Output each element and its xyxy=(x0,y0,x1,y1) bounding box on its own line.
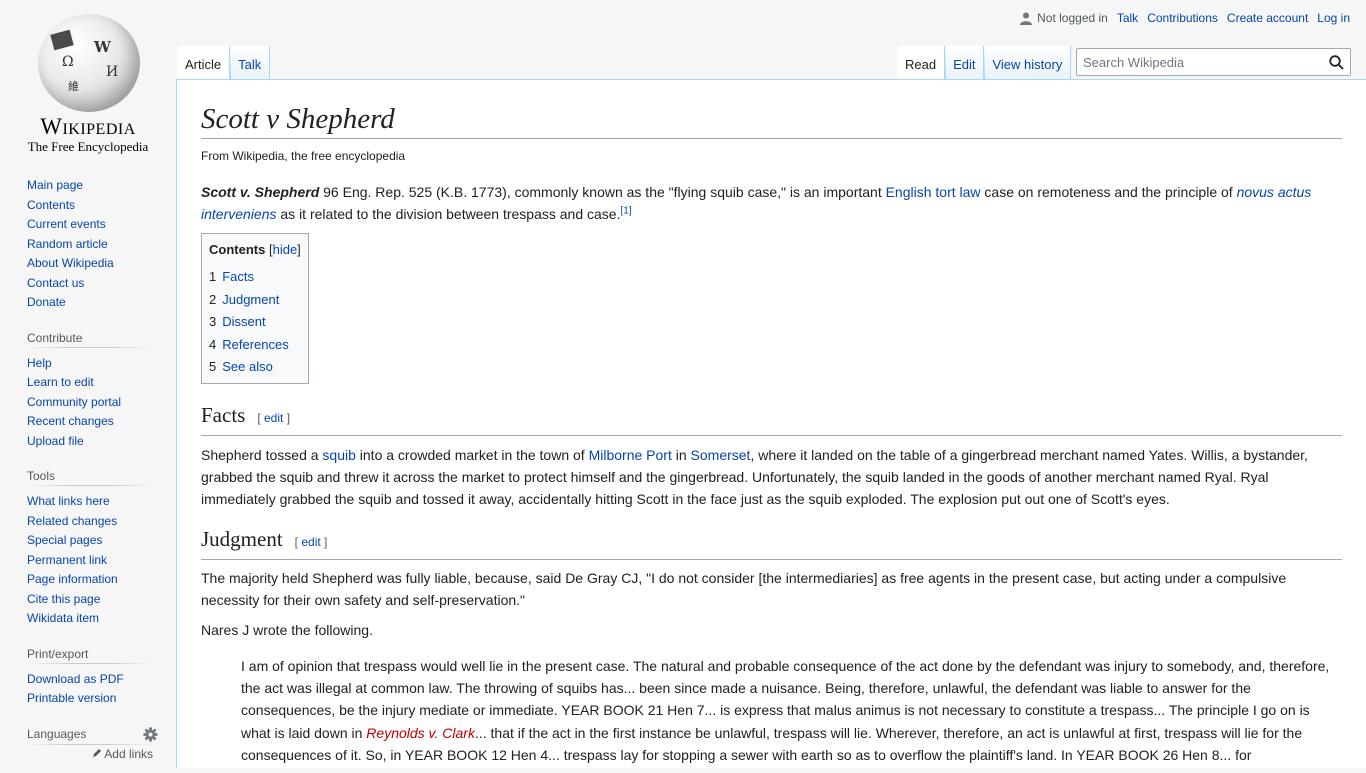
sidebar: Main page Contents Current events Random… xyxy=(0,176,176,773)
lead-paragraph: Scott v. Shepherd 96 Eng. Rep. 525 (K.B.… xyxy=(201,184,1312,222)
sidebar-item-what-links-here[interactable]: What links here xyxy=(27,494,110,508)
toc-hide-toggle[interactable]: hide xyxy=(273,242,298,257)
tab-read[interactable]: Read xyxy=(897,46,946,80)
not-logged-in-status: Not logged in xyxy=(1020,11,1108,25)
page-title: Scott v Shepherd xyxy=(201,98,1342,139)
nares-quote: I am of opinion that trespass would well… xyxy=(241,657,1330,764)
sidebar-item-random-article[interactable]: Random article xyxy=(27,237,108,251)
tab-edit[interactable]: Edit xyxy=(945,46,985,80)
sidebar-item-page-information[interactable]: Page information xyxy=(27,572,118,586)
tab-article[interactable]: Article xyxy=(177,46,231,80)
lead-bold-title: Scott v. Shepherd xyxy=(201,184,320,200)
sidebar-item-printable-version[interactable]: Printable version xyxy=(27,691,116,705)
link-squib[interactable]: squib xyxy=(322,447,355,463)
toc-item-judgment[interactable]: 2 Judgment xyxy=(209,289,301,312)
contribute-portal: Contribute Help Learn to edit Community … xyxy=(0,330,176,452)
toc-item-see-also[interactable]: 5 See also xyxy=(209,356,301,379)
gear-icon[interactable] xyxy=(143,726,158,742)
sidebar-item-contents[interactable]: Contents xyxy=(27,198,75,212)
sidebar-item-permanent-link[interactable]: Permanent link xyxy=(27,553,107,567)
toc-item-dissent[interactable]: 3 Dissent xyxy=(209,311,301,334)
logo-glyph: Ω xyxy=(62,54,74,70)
judgment-paragraph: The majority held Shepherd was fully lia… xyxy=(201,569,1287,608)
toc-item-facts[interactable]: 1 Facts xyxy=(209,266,301,289)
user-icon xyxy=(1020,12,1033,25)
print-export-portal: Print/export Download as PDF Printable v… xyxy=(0,646,176,709)
reference-link[interactable]: [1] xyxy=(620,205,631,216)
sidebar-item-related-changes[interactable]: Related changes xyxy=(27,514,117,528)
sidebar-item-contact-us[interactable]: Contact us xyxy=(27,276,84,290)
logo-glyph: W xyxy=(94,38,111,56)
table-of-contents: Contents [hide] 1 Facts 2 Judgment 3 Dissen… xyxy=(201,233,309,384)
sidebar-item-wikidata-item[interactable]: Wikidata item xyxy=(27,611,99,625)
section-heading-judgment: Judgment[ edit ] xyxy=(201,524,1342,560)
create-account-link[interactable]: Create account xyxy=(1227,11,1308,25)
sidebar-item-main-page[interactable]: Main page xyxy=(27,178,83,192)
portal-heading: Tools xyxy=(27,469,153,486)
link-english-tort-law[interactable]: English tort law xyxy=(886,184,981,200)
tab-talk[interactable]: Talk xyxy=(230,46,271,80)
tab-view-history[interactable]: View history xyxy=(984,46,1072,80)
logo-glyph: И xyxy=(106,64,119,80)
facts-paragraph: Shepherd tossed a squib into a crowded m… xyxy=(201,446,1308,507)
languages-portal: Languages Add links xyxy=(0,726,176,761)
namespace-tabs: Article Talk xyxy=(177,46,271,80)
search-icon[interactable] xyxy=(1322,49,1350,75)
sidebar-item-learn-to-edit[interactable]: Learn to edit xyxy=(27,375,94,389)
nares-intro: Nares J wrote the following. xyxy=(201,621,373,638)
tools-portal: Tools What links here Related changes Sp… xyxy=(0,469,176,629)
article-content: Scott v Shepherd From Wikipedia, the fre… xyxy=(176,79,1366,768)
search-box xyxy=(1076,48,1351,76)
logo-glyph: 維 xyxy=(68,80,79,93)
contributions-link[interactable]: Contributions xyxy=(1147,11,1218,25)
portal-heading: Languages xyxy=(27,726,158,745)
sidebar-item-about-wikipedia[interactable]: About Wikipedia xyxy=(27,256,114,270)
sidebar-item-download-pdf[interactable]: Download as PDF xyxy=(27,672,124,686)
wikipedia-logo[interactable]: Ω W И 維 Wikipedia The Free Encyclopedia xyxy=(0,0,176,160)
navigation-portal: Main page Contents Current events Random… xyxy=(0,176,176,313)
logo-tagline: The Free Encyclopedia xyxy=(27,139,149,154)
edit-facts-link[interactable]: edit xyxy=(264,411,283,425)
link-somerset[interactable]: Somerset xyxy=(691,447,751,463)
add-links-link[interactable]: Add links xyxy=(92,747,153,761)
portal-heading: Print/export xyxy=(27,646,153,664)
toc-item-references[interactable]: 4 References xyxy=(209,334,301,357)
talk-link[interactable]: Talk xyxy=(1117,11,1138,25)
sidebar-item-recent-changes[interactable]: Recent changes xyxy=(27,414,114,428)
sidebar-item-community-portal[interactable]: Community portal xyxy=(27,395,121,409)
edit-judgment-link[interactable]: edit xyxy=(301,535,320,549)
link-milborne-port[interactable]: Milborne Port xyxy=(589,447,672,463)
sidebar-item-cite-this-page[interactable]: Cite this page xyxy=(27,592,100,606)
view-tabs: Read Edit View history xyxy=(897,46,1072,80)
sidebar-item-upload-file[interactable]: Upload file xyxy=(27,434,84,448)
section-heading-facts: Facts[ edit ] xyxy=(201,400,1342,436)
personal-tools: Not logged in Talk Contributions Create … xyxy=(1020,11,1350,25)
site-subtitle: From Wikipedia, the free encyclopedia xyxy=(201,149,406,163)
section-edit: [ edit ] xyxy=(294,534,328,549)
sidebar-item-donate[interactable]: Donate xyxy=(27,295,66,309)
section-edit: [ edit ] xyxy=(257,410,291,425)
portal-heading: Contribute xyxy=(27,330,153,348)
toc-title: Contents [hide] xyxy=(209,242,301,257)
logo-wordmark: Wikipedia xyxy=(40,114,136,139)
sidebar-item-special-pages[interactable]: Special pages xyxy=(27,533,102,547)
pencil-icon xyxy=(92,748,101,757)
puzzle-globe-icon: Ω W И 維 xyxy=(38,14,140,112)
log-in-link[interactable]: Log in xyxy=(1317,11,1350,25)
sidebar-item-help[interactable]: Help xyxy=(27,356,52,370)
sidebar-item-current-events[interactable]: Current events xyxy=(27,217,106,231)
link-reynolds-v-clark[interactable]: Reynolds v. Clark xyxy=(366,725,475,741)
search-input[interactable] xyxy=(1077,49,1322,75)
